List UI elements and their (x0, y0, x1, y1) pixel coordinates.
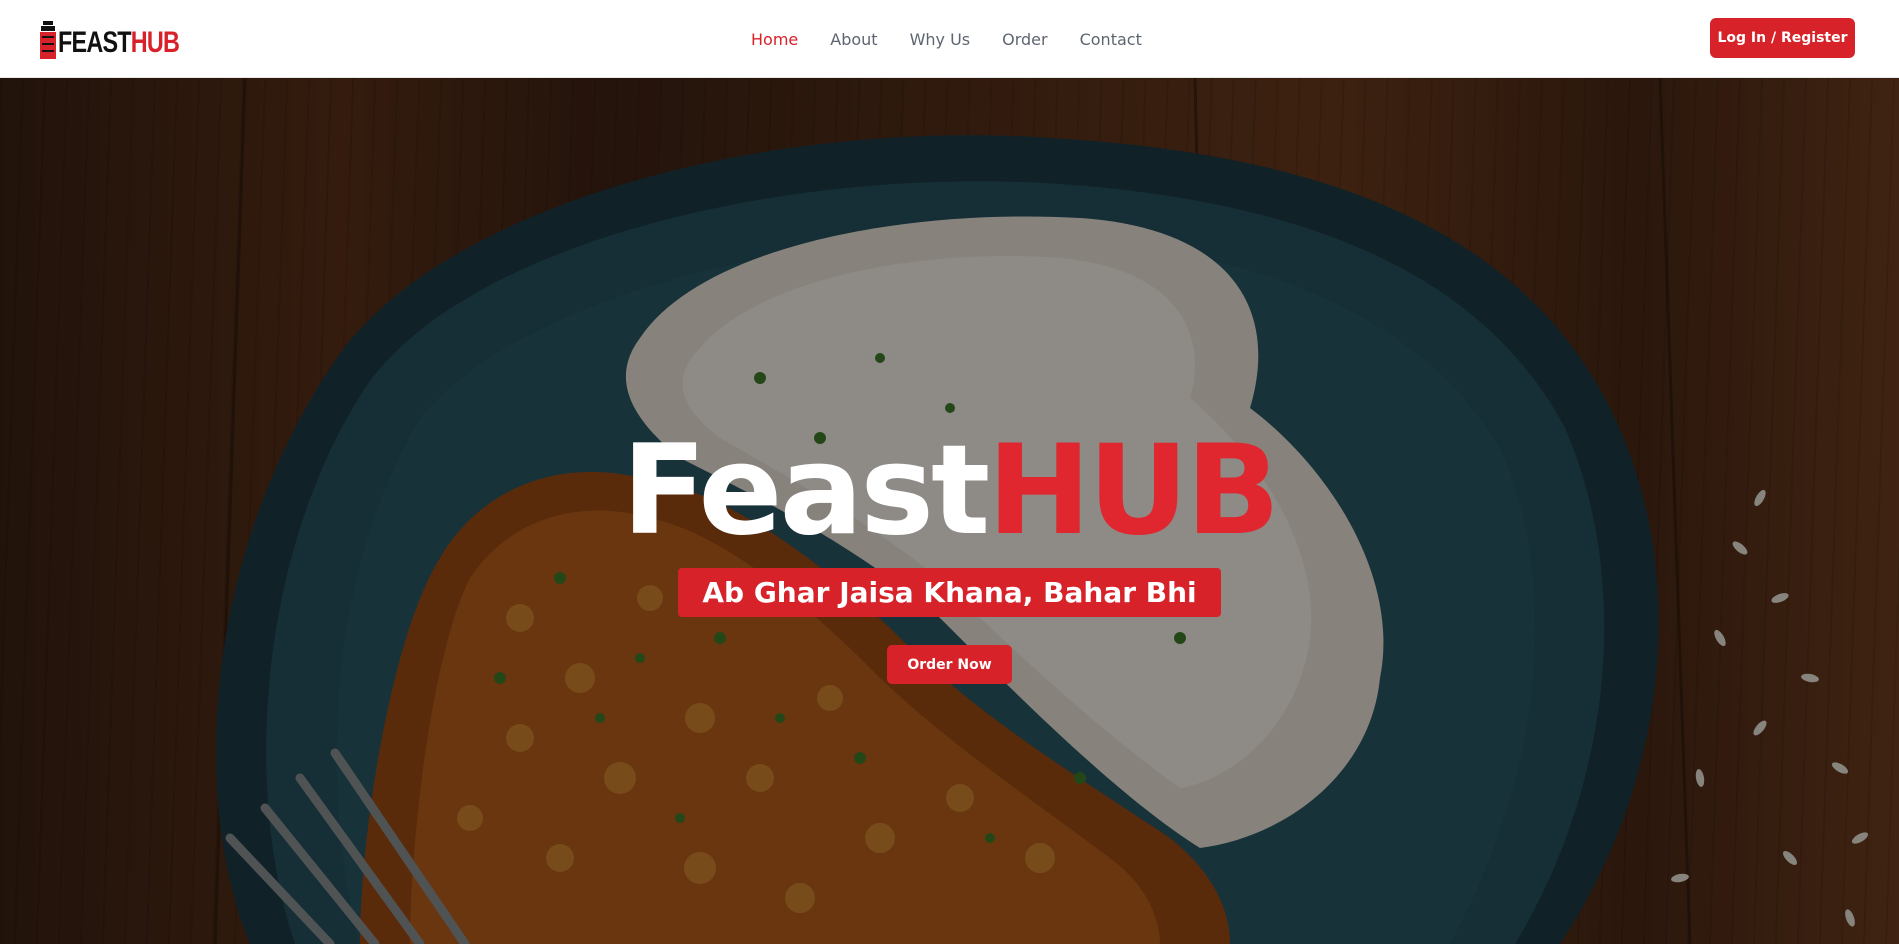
nav-link-about[interactable]: About (830, 30, 877, 49)
brand-logo[interactable]: FEASTHUB (40, 21, 213, 59)
hero-section: FeastHUB Ab Ghar Jaisa Khana, Bahar Bhi … (0, 78, 1899, 944)
brand-wordmark-part2: HUB (130, 26, 180, 59)
hero-title-part2: HUB (987, 419, 1280, 563)
nav-link-home[interactable]: Home (751, 30, 798, 49)
brand-wordmark-part1: FEAST (58, 26, 132, 59)
nav-link-order[interactable]: Order (1002, 30, 1047, 49)
order-now-button[interactable]: Order Now (887, 645, 1012, 684)
nav-link-why-us[interactable]: Why Us (910, 30, 971, 49)
food-cart-icon (40, 21, 56, 59)
login-register-button[interactable]: Log In / Register (1710, 18, 1855, 58)
brand-wordmark: FEASTHUB (58, 26, 180, 59)
hero-title-part1: Feast (621, 419, 991, 563)
hero-title: FeastHUB (622, 426, 1281, 556)
navbar: FEASTHUB Home About Why Us Order Contact… (0, 0, 1899, 78)
main-nav: Home About Why Us Order Contact (751, 0, 1174, 78)
nav-link-contact[interactable]: Contact (1080, 30, 1142, 49)
hero-tagline: Ab Ghar Jaisa Khana, Bahar Bhi (678, 568, 1221, 617)
hero-content: FeastHUB Ab Ghar Jaisa Khana, Bahar Bhi … (0, 78, 1899, 944)
